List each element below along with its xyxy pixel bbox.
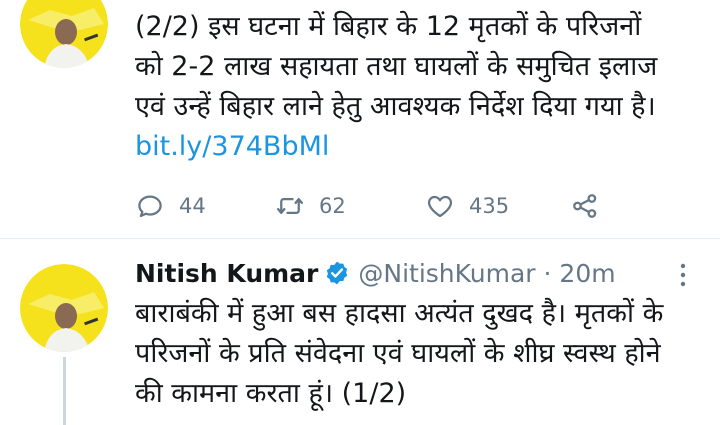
share-icon: [573, 194, 597, 218]
share-button[interactable]: [570, 186, 600, 226]
tweet-link[interactable]: bit.ly/374BbMl: [135, 127, 705, 167]
more-options-icon[interactable]: [676, 261, 690, 289]
like-count: 435: [469, 194, 510, 218]
retweet-button[interactable]: 62: [275, 186, 346, 226]
handle-timestamp: @NitishKumar · 20m: [358, 258, 616, 288]
reply-button[interactable]: 44: [135, 186, 206, 226]
tweet-body: (2/2) इस घटना में बिहार के 12 मृतकों के …: [135, 11, 658, 122]
tweet-card[interactable]: (2/2) इस घटना में बिहार के 12 मृतकों के …: [0, 0, 720, 238]
tweet-actions: 44 62 435: [135, 186, 695, 226]
avatar-image: [20, 0, 108, 68]
avatar[interactable]: [20, 0, 108, 68]
verified-badge-icon: [327, 261, 348, 285]
retweet-count: 62: [319, 194, 346, 218]
thread-line: [63, 357, 66, 425]
avatar[interactable]: [20, 264, 108, 352]
avatar-image: [20, 264, 108, 352]
heart-icon: [427, 195, 453, 218]
tweet-text: (2/2) इस घटना में बिहार के 12 मृतकों के …: [135, 7, 705, 167]
reply-icon: [138, 195, 162, 218]
reply-count: 44: [179, 194, 206, 218]
tweet-header: Nitish Kumar @NitishKumar · 20m: [135, 255, 616, 291]
like-button[interactable]: 435: [425, 186, 509, 226]
tweet-text: बाराबंकी में हुआ बस हादसा अत्यंत दुखद है…: [135, 298, 664, 409]
retweet-icon: [277, 198, 303, 214]
display-name[interactable]: Nitish Kumar: [135, 259, 318, 288]
tweet-card[interactable]: Nitish Kumar @NitishKumar · 20m बाराबंकी…: [0, 239, 720, 425]
